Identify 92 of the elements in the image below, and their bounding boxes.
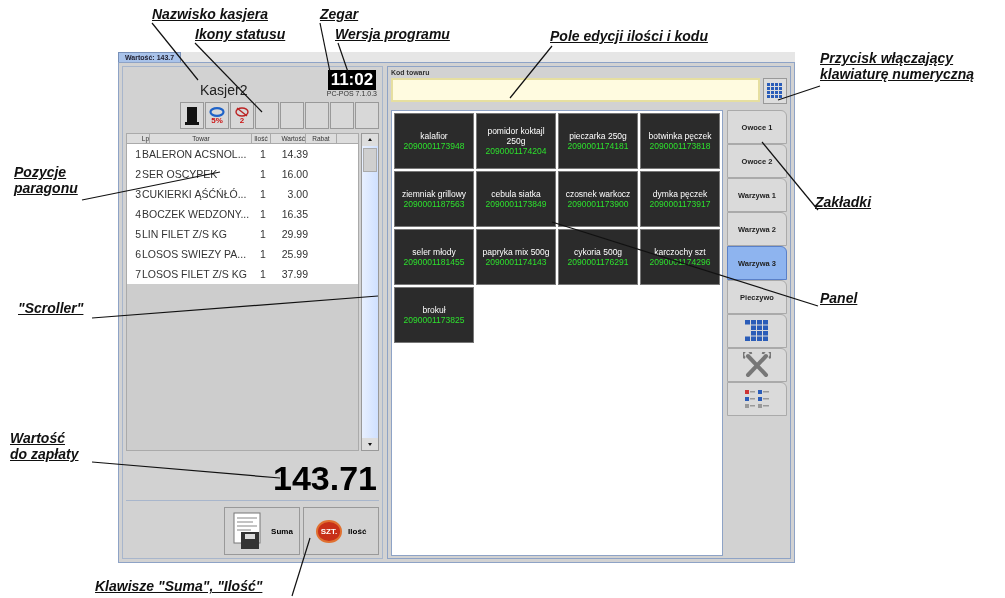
receipt-row[interactable]: 4BOCZEK WEDZONY... 1 16.35 [127, 204, 358, 224]
annotation-label: Panel [820, 290, 858, 306]
scroll-thumb[interactable] [363, 148, 377, 172]
item-name: BOCZEK WEDZONY... [141, 207, 251, 221]
item-name: LOSOS FILET Z/S KG [141, 267, 248, 281]
status-count: 2 [239, 116, 245, 125]
empty-status-slot [305, 102, 329, 129]
quantity: 1 [259, 207, 267, 221]
row-number: 5 [134, 227, 141, 241]
keypad-button[interactable] [763, 78, 787, 104]
keypad-icon [745, 320, 769, 342]
item-value: 37.99 [280, 267, 308, 281]
keypad-icon [767, 83, 783, 99]
quantity: 1 [259, 267, 267, 281]
quantity: 1 [259, 167, 267, 181]
annotation-label: Klawisze "Suma", "Ilość" [95, 578, 263, 594]
item-name: SER OSCYPEK [141, 167, 219, 181]
item-value: 16.00 [280, 167, 308, 181]
item-name: BALERON ACSNOL... [141, 147, 248, 161]
annotation-label: Zegar [320, 6, 359, 22]
product-button[interactable]: cebula siatka 2090001173849 [476, 171, 556, 227]
annotation-label: Pozycje [14, 164, 68, 180]
annotation-label: Wartość [10, 430, 66, 446]
annotation-label: do zapłaty [10, 446, 79, 462]
annotation-label: klawiaturę numeryczną [820, 66, 975, 82]
leader-line [319, 22, 331, 73]
row-number: 6 [134, 247, 141, 261]
leader-line [777, 85, 821, 101]
item-value: 25.99 [280, 247, 308, 261]
product-button[interactable]: ziemniak grillowy 2090001187563 [394, 171, 474, 227]
receipt-row[interactable]: 6LOSOS SWIEZY PA... 1 25.99 [127, 244, 358, 264]
clock: 11:02 [327, 70, 377, 90]
receipt-row[interactable]: 1BALERON ACSNOL... 1 14.39 [127, 144, 358, 164]
receipt-row[interactable]: 7LOSOS FILET Z/S KG 1 37.99 [127, 264, 358, 284]
annotation-label: Przycisk włączający [820, 50, 955, 66]
discount-label: 5% [211, 116, 223, 125]
crossed-circle-icon [234, 106, 250, 117]
receipt-row[interactable]: 5LIN FILET Z/S KG 1 29.99 [127, 224, 358, 244]
leader-line [337, 42, 349, 73]
product-button[interactable]: pomidor koktajl 250g 2090001174204 [476, 113, 556, 169]
annotation-label: Ikony statusu [195, 26, 286, 42]
product-button[interactable]: czosnek warkocz 2090001173900 [558, 171, 638, 227]
annotation-label: Nazwisko kasjera [152, 6, 268, 22]
quantity: 1 [259, 147, 267, 161]
product-button[interactable]: pieczarka 250g 2090001174181 [558, 113, 638, 169]
row-number: 3 [134, 187, 141, 201]
annotation-label: Pole edycji ilości i kodu [550, 28, 708, 44]
empty-status-slot [355, 102, 379, 129]
item-name: LIN FILET Z/S KG [141, 227, 228, 241]
annotation-label: paragonu [14, 180, 78, 196]
product-button[interactable]: brokuł 2090001173825 [394, 287, 474, 343]
annotation-label: "Scroller" [18, 300, 84, 316]
sum-button[interactable]: Suma [224, 507, 300, 555]
quantity-button[interactable]: SZT. Ilość [303, 507, 379, 555]
empty-status-slot [280, 102, 304, 129]
product-button[interactable]: cykoria 500g 2090001176291 [558, 229, 638, 285]
product-button[interactable]: kalafior 2090001173948 [394, 113, 474, 169]
row-number: 1 [134, 147, 141, 161]
row-number: 7 [134, 267, 141, 281]
item-value: 16.35 [280, 207, 308, 221]
total-amount: 143.71 [126, 459, 379, 501]
item-value: 29.99 [280, 227, 308, 241]
quantity: 1 [259, 227, 267, 241]
keypad-tab[interactable] [727, 314, 787, 348]
tools-tab[interactable] [727, 348, 787, 382]
annotation-label: Wersja programu [335, 26, 450, 42]
annotation-label: Zakładki [815, 194, 872, 210]
leader-line [509, 45, 553, 99]
quantity: 1 [259, 247, 267, 261]
quantity: 1 [259, 187, 267, 201]
item-value: 3.00 [286, 187, 308, 201]
leader-line [291, 537, 311, 597]
row-number: 2 [134, 167, 141, 181]
quantity-icon: SZT. [315, 519, 343, 543]
product-code-field[interactable] [391, 78, 760, 102]
product-button[interactable]: seler młody 2090001181455 [394, 229, 474, 285]
receipt-row[interactable]: 2SER OSCYPEK 1 16.00 [127, 164, 358, 184]
crossed-wrenches-icon [743, 352, 771, 378]
scrollbar[interactable] [361, 133, 379, 451]
product-button[interactable]: karczochy szt 2090001174296 [640, 229, 720, 285]
empty-status-slot [330, 102, 354, 129]
row-number: 4 [134, 207, 141, 221]
item-name: LOSOS SWIEZY PA... [141, 247, 248, 261]
item-name: CUKIERKI ĄŚĆŃŁÓ... [141, 187, 248, 201]
options-tab[interactable] [727, 382, 787, 416]
ring-icon [209, 106, 225, 117]
product-button[interactable]: botwinka pęczek 2090001173818 [640, 113, 720, 169]
receipt-row[interactable]: 3CUKIERKI ĄŚĆŃŁÓ... 1 3.00 [127, 184, 358, 204]
item-value: 14.39 [280, 147, 308, 161]
product-button[interactable]: dymka pęczek 2090001173917 [640, 171, 720, 227]
options-list-icon [744, 389, 770, 409]
product-button[interactable]: papryka mix 500g 2090001174143 [476, 229, 556, 285]
